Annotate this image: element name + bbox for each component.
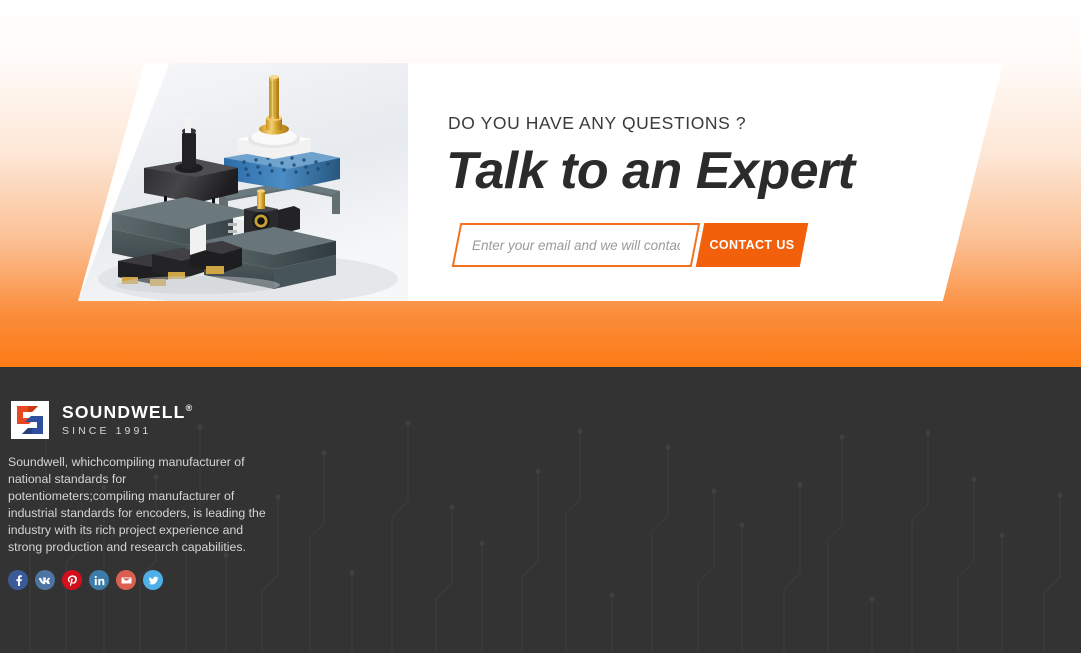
- contact-us-button[interactable]: CONTACT US: [695, 223, 809, 267]
- hero-title: Talk to an Expert: [446, 142, 855, 200]
- vk-icon[interactable]: [35, 570, 55, 591]
- contact-us-button-label: CONTACT US: [709, 238, 795, 252]
- linkedin-icon[interactable]: [89, 570, 109, 591]
- brand-wordmark: SOUNDWELL® SINCE 1991: [62, 401, 194, 437]
- hero-section: DO YOU HAVE ANY QUESTIONS ? Talk to an E…: [0, 0, 1081, 367]
- hero-card: DO YOU HAVE ANY QUESTIONS ? Talk to an E…: [78, 63, 1003, 301]
- email-icon[interactable]: [116, 570, 136, 591]
- pinterest-icon[interactable]: [62, 570, 82, 591]
- footer-brand-column: SOUNDWELL® SINCE 1991 Soundwell, whichco…: [8, 398, 278, 591]
- brand-trademark: ®: [185, 402, 194, 413]
- brand-since: SINCE 1991: [62, 425, 152, 437]
- email-input[interactable]: [458, 225, 694, 265]
- site-footer: SOUNDWELL® SINCE 1991 Soundwell, whichco…: [0, 367, 1081, 653]
- soundwell-logo-icon: [11, 401, 49, 439]
- social-links: [8, 570, 278, 591]
- hero-copy: DO YOU HAVE ANY QUESTIONS ? Talk to an E…: [446, 63, 988, 301]
- brand-logo-row[interactable]: SOUNDWELL® SINCE 1991: [8, 398, 278, 442]
- facebook-icon[interactable]: [8, 570, 28, 591]
- email-input-wrapper[interactable]: [451, 223, 701, 267]
- brand-name: SOUNDWELL: [62, 401, 186, 422]
- page-root: DO YOU HAVE ANY QUESTIONS ? Talk to an E…: [0, 0, 1081, 653]
- twitter-icon[interactable]: [143, 570, 163, 591]
- brand-description: Soundwell, whichcompiling manufacturer o…: [8, 455, 266, 554]
- hero-kicker: DO YOU HAVE ANY QUESTIONS ?: [448, 113, 747, 133]
- product-photo: [78, 63, 408, 301]
